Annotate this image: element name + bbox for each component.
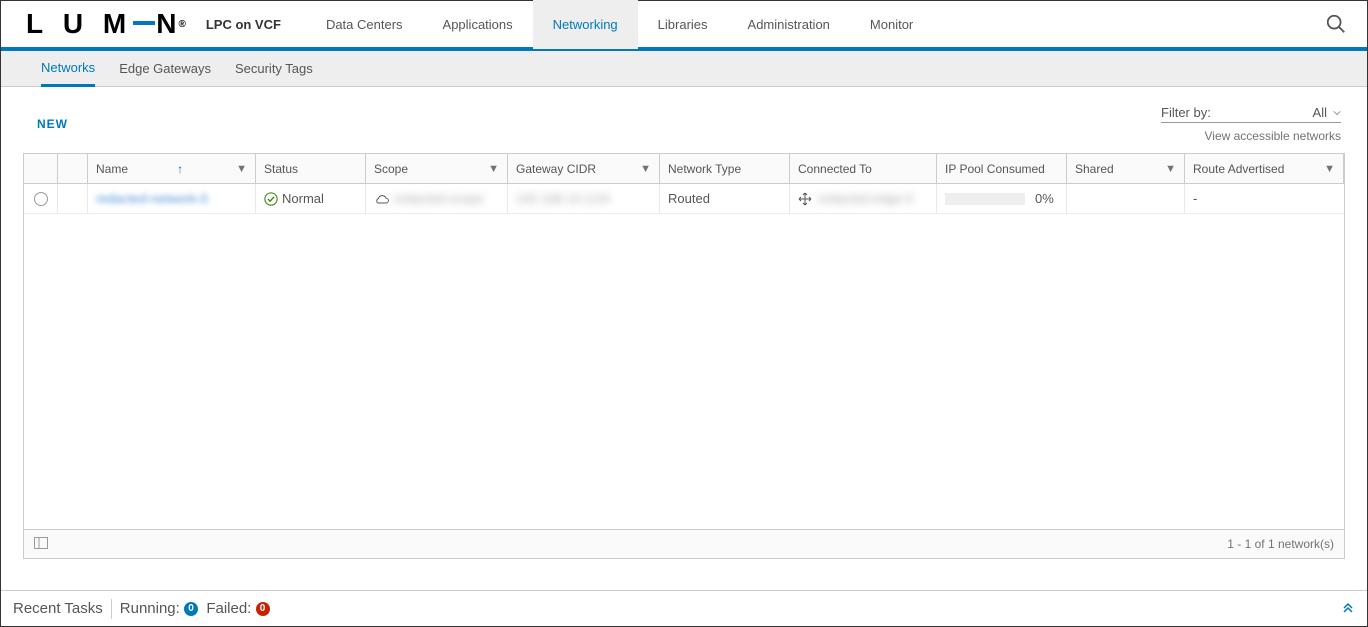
sort-ascending-icon[interactable]: ↑ (177, 162, 183, 176)
filter-icon[interactable]: ▼ (1324, 163, 1335, 175)
filter-icon[interactable]: ▼ (236, 163, 247, 175)
network-name-link[interactable]: redacted-network-0 (96, 191, 208, 206)
top-nav: Data Centers Applications Networking Lib… (306, 0, 933, 49)
filter-area: Filter by: All View accessible networks (1161, 105, 1341, 143)
column-toggle-button[interactable] (34, 537, 48, 552)
cloud-icon (374, 192, 390, 206)
col-name-label: Name (96, 162, 128, 176)
radio-button[interactable] (34, 192, 48, 206)
gateway-cidr-value: 192.168.10.1/24 (516, 191, 610, 206)
expand-panel-button[interactable] (1341, 600, 1355, 618)
cell-name[interactable]: redacted-network-0 (88, 184, 256, 213)
cell-scope: redacted-scope (366, 184, 508, 213)
cell-route-adv: - (1185, 184, 1344, 213)
failed-label: Failed: (206, 600, 251, 617)
top-header: L U MN® LPC on VCF Data Centers Applicat… (1, 1, 1367, 51)
col-scope-label: Scope (374, 162, 408, 176)
col-scope-header[interactable]: Scope ▼ (366, 154, 508, 183)
status-normal-icon (264, 192, 278, 206)
failed-count-badge: 0 (256, 602, 270, 616)
col-connected-to-header[interactable]: Connected To (790, 154, 937, 183)
toolbar: NEW Filter by: All View accessible netwo… (19, 105, 1349, 153)
status-bar: Recent Tasks Running: 0 Failed: 0 (1, 590, 1367, 626)
col-gateway-cidr-label: Gateway CIDR (516, 162, 596, 176)
network-type-value: Routed (668, 191, 710, 206)
nav-networking[interactable]: Networking (533, 0, 638, 49)
columns-icon (34, 537, 48, 549)
cell-network-type: Routed (660, 184, 790, 213)
subnav-edge-gateways[interactable]: Edge Gateways (119, 51, 211, 87)
recent-tasks-label[interactable]: Recent Tasks (13, 600, 103, 617)
subnav-networks[interactable]: Networks (41, 51, 95, 87)
filter-by-select[interactable]: Filter by: All (1161, 105, 1341, 123)
row-spacer (58, 184, 88, 213)
filter-value-dropdown[interactable]: All (1313, 105, 1341, 120)
row-select-cell[interactable] (24, 184, 58, 213)
route-adv-value: - (1193, 191, 1197, 206)
logo-accent-bar (133, 21, 155, 25)
ip-pool-pct: 0% (1035, 191, 1054, 206)
col-gateway-cidr-header[interactable]: Gateway CIDR ▼ (508, 154, 660, 183)
col-network-type-header[interactable]: Network Type (660, 154, 790, 183)
lumen-logo: L U MN® (26, 8, 186, 40)
pagination-text: 1 - 1 of 1 network(s) (1227, 537, 1334, 551)
nav-monitor[interactable]: Monitor (850, 0, 933, 49)
search-icon (1325, 13, 1347, 35)
col-ip-pool-label: IP Pool Consumed (945, 162, 1045, 176)
filter-value: All (1313, 105, 1327, 120)
col-connected-to-label: Connected To (798, 162, 872, 176)
product-name: LPC on VCF (206, 17, 281, 32)
col-route-adv-label: Route Advertised (1193, 162, 1284, 176)
col-spacer (58, 154, 88, 183)
cell-gateway-cidr: 192.168.10.1/24 (508, 184, 660, 213)
filter-by-label: Filter by: (1161, 105, 1211, 120)
col-status-header[interactable]: Status (256, 154, 366, 183)
connected-icon (798, 192, 812, 206)
scope-value: redacted-scope (394, 191, 484, 206)
grid-header: Name ↑ ▼ Status Scope ▼ Gateway CIDR ▼ N… (24, 154, 1344, 184)
filter-icon[interactable]: ▼ (488, 163, 499, 175)
sub-nav: Networks Edge Gateways Security Tags (1, 51, 1367, 87)
running-label: Running: (120, 600, 180, 617)
nav-administration[interactable]: Administration (728, 0, 850, 49)
cell-ip-pool: 0% (937, 184, 1067, 213)
nav-libraries[interactable]: Libraries (638, 0, 728, 49)
col-shared-label: Shared (1075, 162, 1114, 176)
status-value: Normal (282, 191, 324, 206)
ip-pool-bar (945, 193, 1025, 205)
col-network-type-label: Network Type (668, 162, 741, 176)
filter-icon[interactable]: ▼ (1165, 163, 1176, 175)
chevron-down-icon (1333, 109, 1341, 117)
view-accessible-networks-link[interactable]: View accessible networks (1161, 123, 1341, 143)
new-button[interactable]: NEW (37, 117, 68, 131)
subnav-security-tags[interactable]: Security Tags (235, 51, 313, 87)
table-row[interactable]: redacted-network-0 Normal redacted-scope… (24, 184, 1344, 214)
content-area: NEW Filter by: All View accessible netwo… (1, 87, 1367, 559)
col-shared-header[interactable]: Shared ▼ (1067, 154, 1185, 183)
divider (111, 599, 112, 619)
cell-status: Normal (256, 184, 366, 213)
col-name-header[interactable]: Name ↑ ▼ (88, 154, 256, 183)
nav-data-centers[interactable]: Data Centers (306, 0, 423, 49)
cell-connected-to: redacted-edge-0 (790, 184, 937, 213)
filter-icon[interactable]: ▼ (640, 163, 651, 175)
running-count-badge: 0 (184, 602, 198, 616)
col-ip-pool-header[interactable]: IP Pool Consumed (937, 154, 1067, 183)
double-chevron-up-icon (1341, 600, 1355, 614)
col-status-label: Status (264, 162, 298, 176)
nav-applications[interactable]: Applications (423, 0, 533, 49)
search-button[interactable] (1325, 13, 1347, 35)
cell-shared (1067, 184, 1185, 213)
networks-grid: Name ↑ ▼ Status Scope ▼ Gateway CIDR ▼ N… (23, 153, 1345, 559)
grid-body: redacted-network-0 Normal redacted-scope… (24, 184, 1344, 530)
connected-to-value: redacted-edge-0 (818, 191, 913, 206)
col-route-adv-header[interactable]: Route Advertised ▼ (1185, 154, 1344, 183)
grid-footer: 1 - 1 of 1 network(s) (24, 530, 1344, 558)
col-select (24, 154, 58, 183)
